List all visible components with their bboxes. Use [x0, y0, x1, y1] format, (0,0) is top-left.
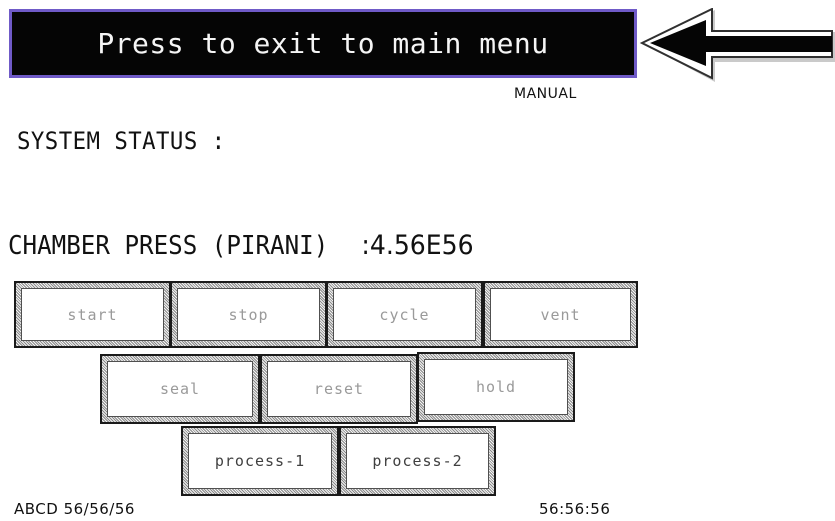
vent-button[interactable]: vent [483, 281, 638, 348]
chamber-pressure-readout: CHAMBER PRESS (PIRANI) :4.56E56 [8, 230, 474, 261]
process-1-button[interactable]: process-1 [181, 426, 339, 496]
system-status-heading: SYSTEM STATUS : [17, 127, 226, 155]
control-panel: Press to exit to main menu MANUAL SYSTEM… [0, 0, 835, 521]
exit-to-main-menu-button[interactable]: Press to exit to main menu [9, 9, 637, 78]
start-button[interactable]: start [14, 281, 171, 348]
cycle-button-label: cycle [333, 288, 476, 341]
stop-button-label: stop [177, 288, 320, 341]
process-2-button[interactable]: process-2 [339, 426, 496, 496]
chamber-pressure-value: :4.56E56 [361, 230, 474, 261]
chamber-pressure-label: CHAMBER PRESS (PIRANI) [8, 231, 329, 261]
arrow-left-icon [639, 8, 835, 82]
vent-button-label: vent [490, 288, 631, 341]
process-2-button-label: process-2 [346, 433, 489, 489]
seal-button[interactable]: seal [100, 354, 260, 424]
cycle-button[interactable]: cycle [326, 281, 483, 348]
exit-button-label: Press to exit to main menu [97, 27, 549, 60]
mode-indicator: MANUAL [514, 86, 577, 102]
process-1-button-label: process-1 [188, 433, 332, 489]
stop-button[interactable]: stop [170, 281, 327, 348]
seal-button-label: seal [107, 361, 253, 417]
reset-button[interactable]: reset [260, 354, 418, 424]
hold-button[interactable]: hold [417, 352, 575, 422]
hold-button-label: hold [424, 359, 568, 415]
reset-button-label: reset [267, 361, 411, 417]
time-readout: 56:56:56 [539, 500, 611, 518]
start-button-label: start [21, 288, 164, 341]
date-readout: ABCD 56/56/56 [14, 500, 135, 518]
